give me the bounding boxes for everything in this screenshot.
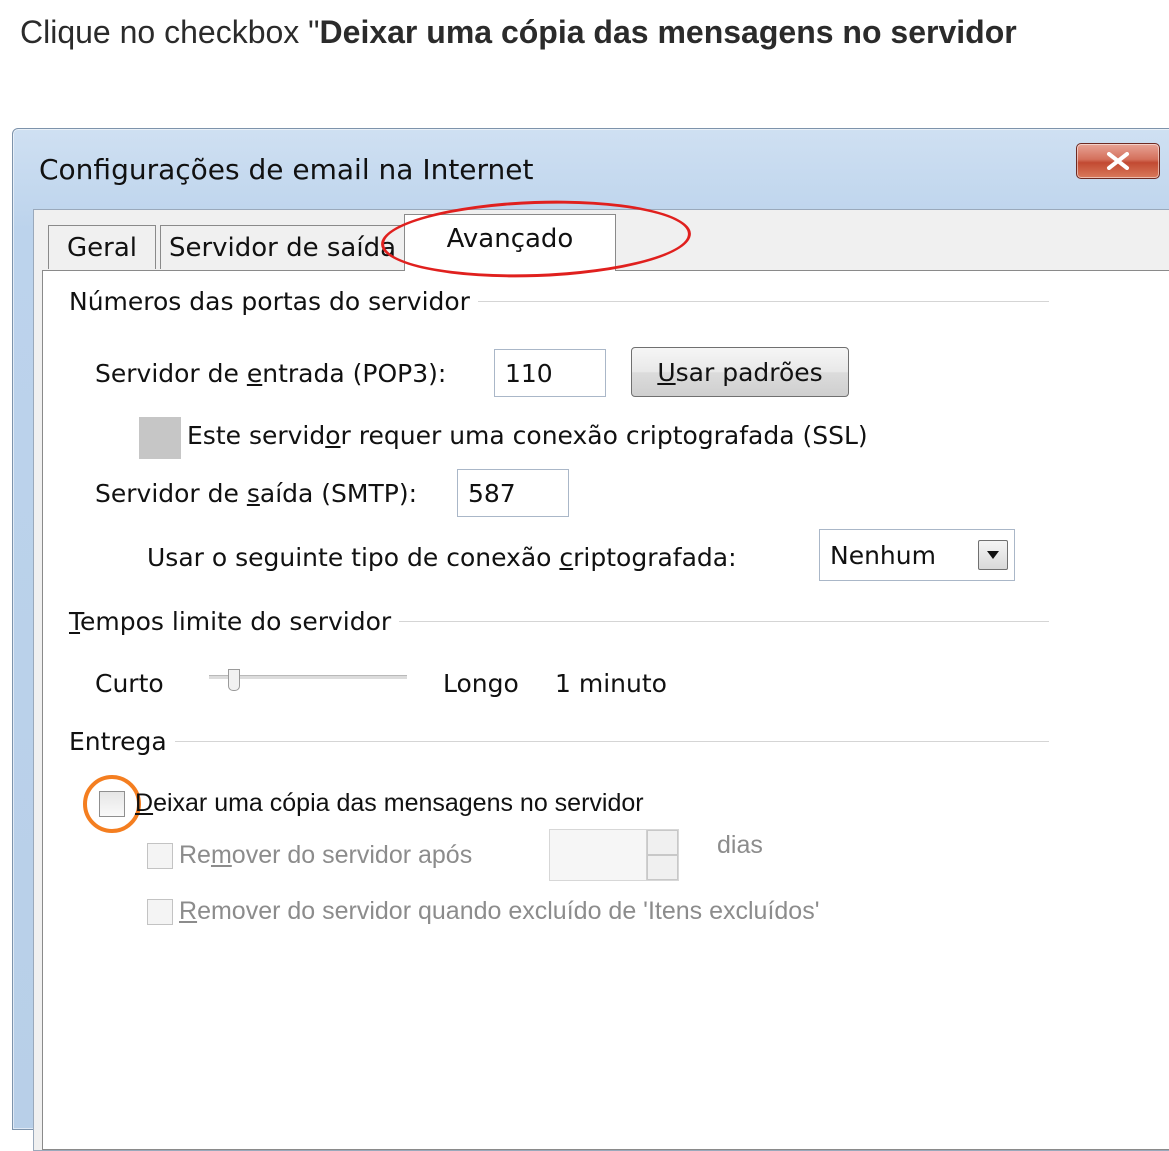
tab-geral[interactable]: Geral bbox=[48, 225, 156, 269]
incoming-port-value: 110 bbox=[505, 358, 553, 388]
remove-when-deleted-label: Remover do servidor quando excluído de '… bbox=[179, 897, 820, 925]
days-label: dias bbox=[717, 831, 763, 859]
checkbox-highlight-annotation bbox=[83, 775, 141, 833]
delivery-group-title: Entrega bbox=[69, 727, 1049, 756]
instruction-prefix: Clique no checkbox " bbox=[20, 14, 320, 50]
ports-group-title: Números das portas do servidor bbox=[69, 287, 1049, 316]
group-divider bbox=[174, 741, 1049, 742]
ssl-label: Este servidor requer uma conexão criptog… bbox=[187, 421, 868, 450]
group-divider bbox=[477, 301, 1049, 302]
remove-after-checkbox[interactable] bbox=[147, 843, 173, 869]
window-title: Configurações de email na Internet bbox=[39, 153, 534, 186]
remove-after-label: Remover do servidor após bbox=[179, 841, 473, 869]
encryption-type-label: Usar o seguinte tipo de conexão criptogr… bbox=[147, 543, 737, 572]
timeout-value: 1 minuto bbox=[555, 669, 667, 698]
encryption-type-select[interactable]: Nenhum bbox=[819, 529, 1015, 581]
chevron-down-icon bbox=[987, 551, 999, 559]
timeout-short-label: Curto bbox=[95, 669, 164, 698]
instruction-bold: Deixar uma cópia das mensagens no servid… bbox=[319, 14, 1017, 50]
remove-after-days-spinner[interactable] bbox=[549, 829, 679, 881]
tab-panel-avancado: Números das portas do servidor Servidor … bbox=[42, 270, 1169, 1150]
outgoing-port-label: Servidor de saída (SMTP): bbox=[95, 479, 418, 508]
ssl-checkbox[interactable] bbox=[139, 417, 181, 459]
timeout-group-title: Tempos limite do servidor bbox=[69, 607, 1049, 636]
incoming-port-label: Servidor de entrada (POP3): bbox=[95, 359, 447, 388]
tab-label: Servidor de saída bbox=[168, 232, 397, 263]
remove-when-deleted-checkbox[interactable] bbox=[147, 899, 173, 925]
tab-servidor-de-saida[interactable]: Servidor de saída bbox=[160, 225, 405, 269]
group-title: Números das portas do servidor bbox=[69, 287, 470, 316]
client-area: Geral Servidor de saída Avançado Números… bbox=[33, 195, 1169, 1151]
tab-label: Geral bbox=[67, 232, 137, 263]
instruction-text: Clique no checkbox "Deixar uma cópia das… bbox=[20, 12, 1169, 72]
use-defaults-button[interactable]: Usar padrões bbox=[631, 347, 849, 397]
spin-up-button[interactable] bbox=[647, 830, 678, 855]
dropdown-button[interactable] bbox=[978, 540, 1008, 570]
group-divider bbox=[399, 621, 1049, 622]
close-button[interactable] bbox=[1076, 143, 1160, 179]
leave-copy-label: Deixar uma cópia das mensagens no servid… bbox=[135, 789, 644, 817]
timeout-slider-thumb[interactable] bbox=[227, 669, 240, 691]
close-icon bbox=[1107, 152, 1129, 170]
encryption-type-value: Nenhum bbox=[830, 540, 936, 570]
timeout-long-label: Longo bbox=[443, 669, 519, 698]
dialog-window: Configurações de email na Internet Geral… bbox=[12, 128, 1169, 1151]
incoming-port-input[interactable]: 110 bbox=[494, 349, 606, 397]
group-title: Entrega bbox=[69, 727, 167, 756]
spin-down-button[interactable] bbox=[647, 855, 678, 880]
outgoing-port-input[interactable]: 587 bbox=[457, 469, 569, 517]
outgoing-port-value: 587 bbox=[468, 478, 516, 508]
spinner-buttons[interactable] bbox=[646, 830, 678, 880]
